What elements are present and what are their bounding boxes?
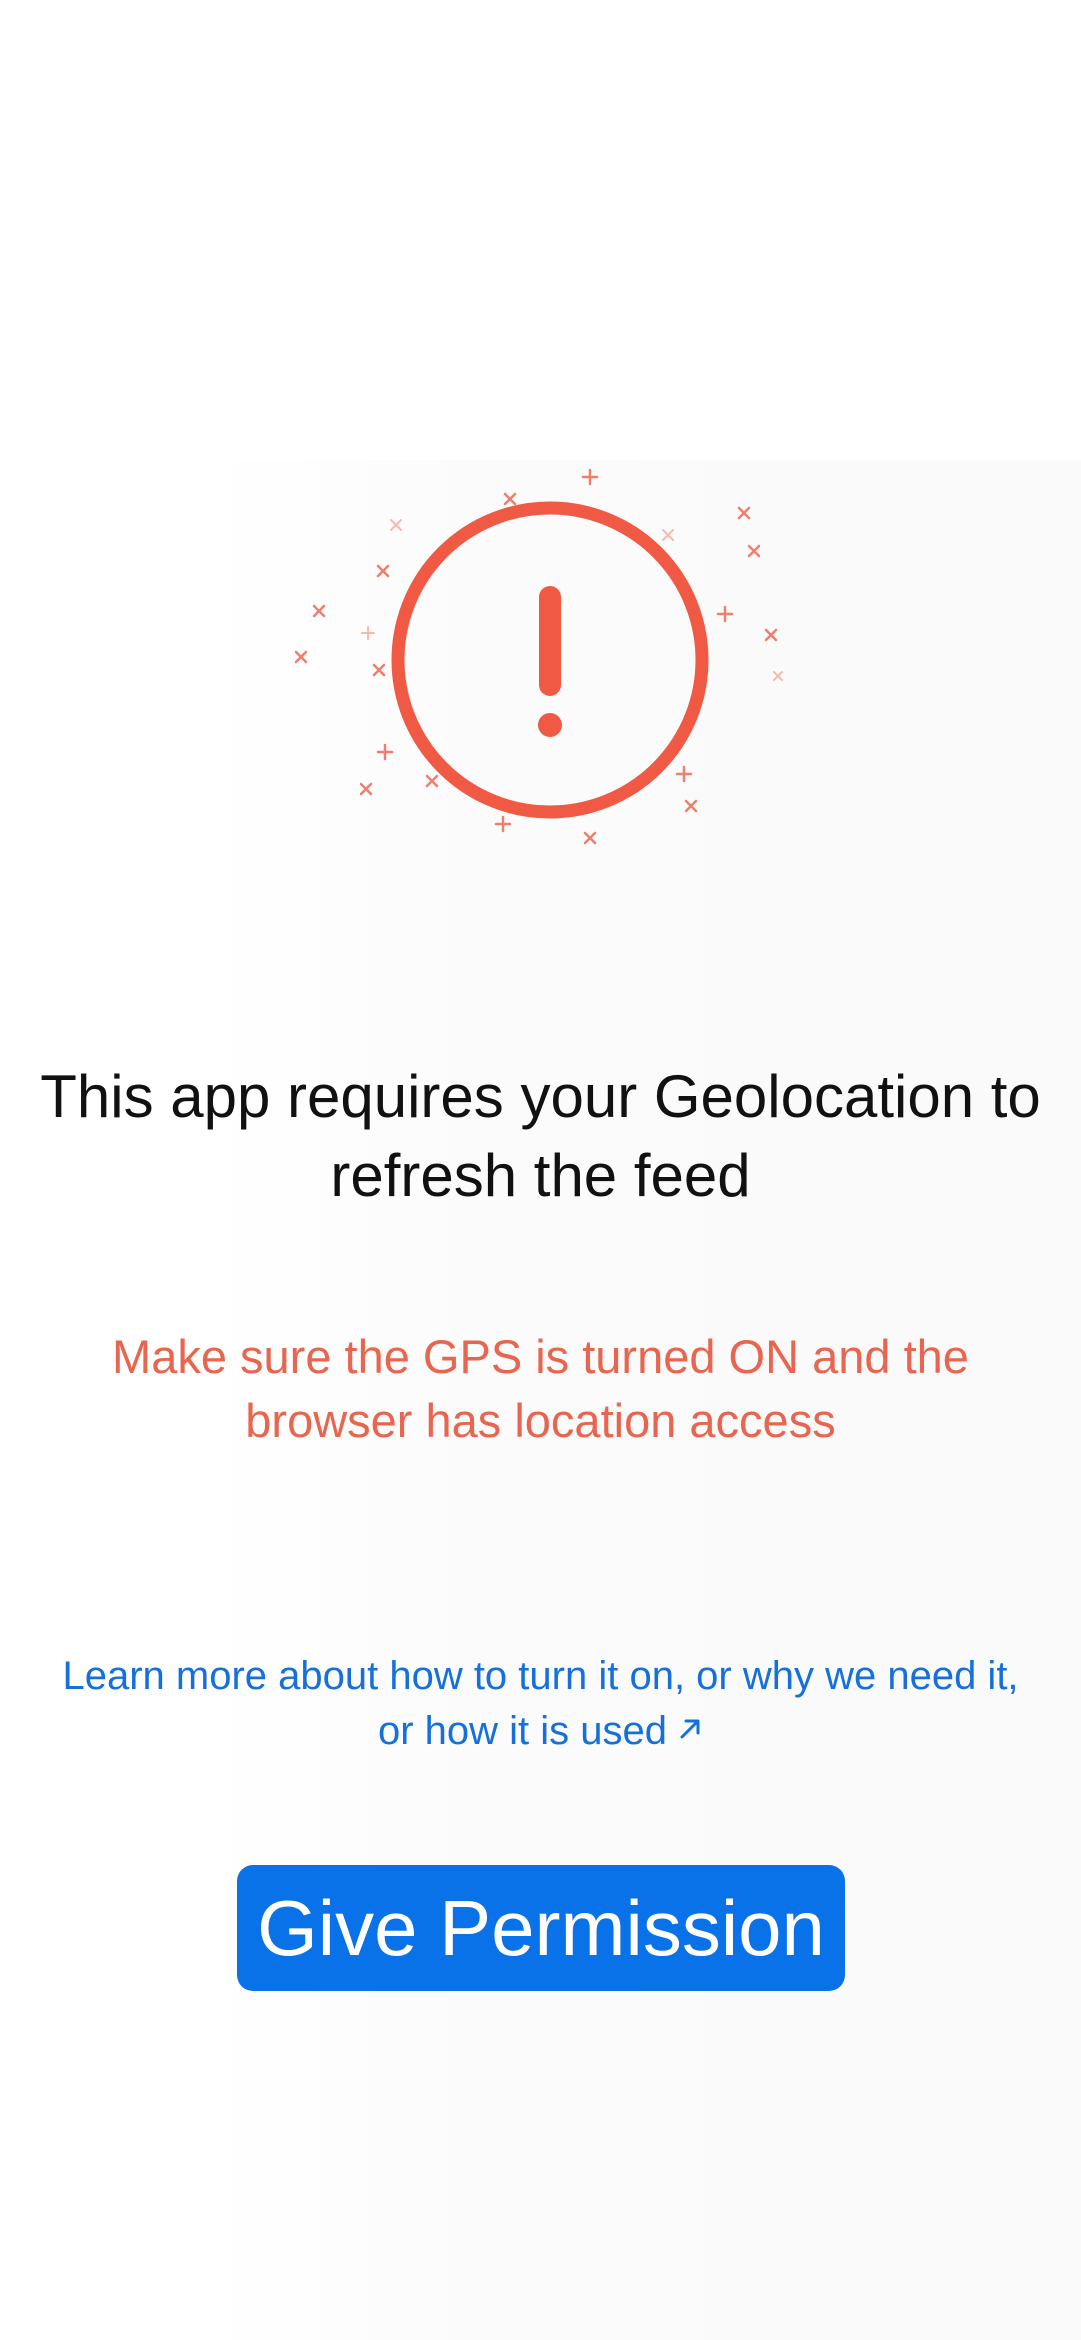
geolocation-required-heading: This app requires your Geolocation to re… (40, 1063, 1041, 1209)
give-permission-button[interactable]: Give Permission (237, 1865, 845, 1991)
gps-warning-text: Make sure the GPS is turned ON and the b… (112, 1330, 969, 1447)
external-link-arrow-icon (677, 1703, 703, 1756)
alert-circle-icon (294, 468, 783, 845)
learn-more-link[interactable]: Learn more about how to turn it on, or w… (40, 1650, 1041, 1758)
learn-more-label: Learn more about how to turn it on, or w… (62, 1654, 1019, 1753)
